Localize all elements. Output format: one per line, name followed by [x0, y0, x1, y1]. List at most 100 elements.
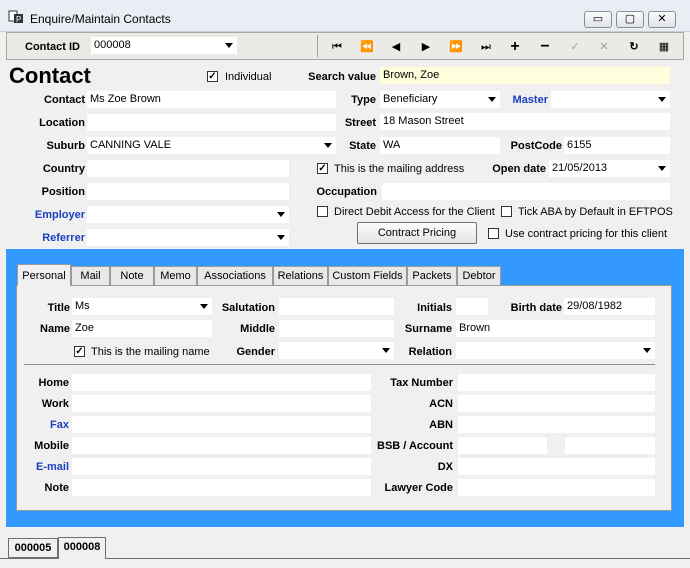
master-select[interactable] — [551, 91, 670, 108]
open-date-label: Open date — [492, 163, 546, 175]
email-field[interactable] — [72, 458, 371, 475]
open-date-select[interactable]: 21/05/2013 — [549, 160, 670, 177]
next-record-button[interactable]: ▶ — [414, 38, 438, 56]
record-tab[interactable]: 000005 — [8, 538, 58, 558]
minimize-button[interactable]: ▭ — [584, 11, 612, 28]
bsb-field[interactable] — [458, 437, 547, 454]
next-page-button[interactable]: ⏩ — [444, 38, 468, 56]
fax-label[interactable]: Fax — [20, 417, 69, 433]
position-field[interactable] — [87, 183, 289, 200]
fax-field[interactable] — [72, 416, 371, 433]
employer-label[interactable]: Employer — [10, 207, 85, 223]
email-label[interactable]: E-mail — [20, 459, 69, 475]
page-title: Contact — [9, 63, 91, 88]
note-field[interactable] — [72, 479, 371, 496]
use-contract-pricing-checkbox[interactable] — [488, 228, 499, 239]
first-record-button[interactable]: ⏮ — [325, 38, 349, 56]
employer-select[interactable] — [87, 206, 289, 223]
state-field[interactable]: WA — [380, 137, 500, 154]
middle-field[interactable] — [279, 320, 394, 337]
dx-label: DX — [437, 461, 453, 473]
referrer-select[interactable] — [87, 229, 289, 246]
suburb-label: Suburb — [46, 140, 86, 152]
contact-field[interactable]: Ms Zoe Brown — [87, 91, 336, 108]
prev-record-button[interactable]: ◀ — [384, 38, 408, 56]
tab-personal[interactable]: Personal — [17, 264, 71, 286]
salutation-field[interactable] — [279, 298, 394, 315]
tax-number-field[interactable] — [458, 374, 655, 391]
suburb-select[interactable]: CANNING VALE — [87, 137, 336, 154]
divider — [24, 364, 655, 365]
tab-packets[interactable]: Packets — [407, 266, 457, 286]
tab-mail[interactable]: Mail — [71, 266, 110, 286]
initials-field[interactable] — [456, 298, 488, 315]
street-label: Street — [344, 117, 376, 129]
tab-custom-fields[interactable]: Custom Fields — [328, 266, 407, 286]
contract-pricing-button[interactable]: Contract Pricing — [357, 222, 477, 244]
tab-relations[interactable]: Relations — [273, 266, 328, 286]
master-label[interactable]: Master — [500, 92, 548, 108]
abn-field[interactable] — [458, 416, 655, 433]
individual-checkbox[interactable]: ✓ — [207, 71, 218, 82]
mobile-field[interactable] — [72, 437, 371, 454]
title-label: Title — [47, 302, 70, 314]
grid-view-button[interactable]: ▦ — [652, 38, 676, 56]
title-select[interactable]: Ms — [72, 298, 212, 315]
tick-aba-checkbox[interactable] — [501, 206, 512, 217]
postcode-field[interactable]: 6155 — [564, 137, 670, 154]
contact-label: Contact — [44, 94, 85, 106]
lawyer-code-field[interactable] — [458, 479, 655, 496]
search-input[interactable]: Brown, Zoe — [380, 67, 670, 84]
tab-debtor[interactable]: Debtor — [457, 266, 501, 286]
delete-button[interactable]: − — [533, 38, 557, 56]
birth-date-field[interactable]: 29/08/1982 — [564, 298, 655, 315]
add-button[interactable]: + — [503, 38, 527, 56]
relation-label: Relation — [408, 346, 452, 358]
type-select[interactable]: Beneficiary — [380, 91, 500, 108]
initials-label: Initials — [417, 302, 452, 314]
prev-page-button[interactable]: ⏪ — [355, 38, 379, 56]
country-field[interactable] — [87, 160, 289, 177]
location-field[interactable] — [87, 114, 336, 131]
abn-label: ABN — [429, 419, 453, 431]
referrer-label[interactable]: Referrer — [10, 230, 85, 246]
refresh-button[interactable]: ↻ — [622, 38, 646, 56]
close-button[interactable]: ✕ — [648, 11, 676, 28]
home-field[interactable] — [72, 374, 371, 391]
mailing-address-label: This is the mailing address — [334, 163, 465, 175]
tab-note[interactable]: Note — [110, 266, 154, 286]
mailing-name-checkbox[interactable]: ✓ — [74, 346, 85, 357]
name-label: Name — [40, 323, 70, 335]
maximize-button[interactable]: ▢ — [616, 11, 644, 28]
relation-select[interactable] — [456, 342, 655, 359]
middle-label: Middle — [240, 323, 275, 335]
work-field[interactable] — [72, 395, 371, 412]
record-tab-active[interactable]: 000008 — [58, 537, 106, 559]
gender-label: Gender — [236, 346, 275, 358]
individual-label: Individual — [225, 71, 272, 83]
tab-associations[interactable]: Associations — [197, 266, 273, 286]
confirm-button[interactable]: ✓ — [563, 38, 587, 56]
mailing-address-checkbox[interactable]: ✓ — [317, 163, 328, 174]
cancel-edit-button[interactable]: ✕ — [592, 38, 616, 56]
name-field[interactable]: Zoe — [72, 320, 212, 337]
location-label: Location — [39, 117, 85, 129]
direct-debit-checkbox[interactable] — [317, 206, 328, 217]
tab-memo[interactable]: Memo — [154, 266, 197, 286]
acn-field[interactable] — [458, 395, 655, 412]
last-record-button[interactable]: ⏭ — [474, 38, 498, 56]
dx-field[interactable] — [458, 458, 655, 475]
acn-label: ACN — [429, 398, 453, 410]
occupation-label: Occupation — [316, 186, 377, 198]
contact-id-select[interactable]: 000008 — [91, 37, 237, 54]
direct-debit-label: Direct Debit Access for the Client — [334, 206, 495, 218]
salutation-label: Salutation — [221, 302, 275, 314]
account-field[interactable] — [565, 437, 655, 454]
gender-select[interactable] — [279, 342, 394, 359]
occupation-field[interactable] — [382, 183, 670, 200]
surname-label: Surname — [404, 323, 452, 335]
type-label: Type — [351, 94, 376, 106]
surname-field[interactable]: Brown — [456, 320, 655, 337]
street-field[interactable]: 18 Mason Street — [380, 113, 670, 130]
app-icon: P — [8, 10, 24, 24]
